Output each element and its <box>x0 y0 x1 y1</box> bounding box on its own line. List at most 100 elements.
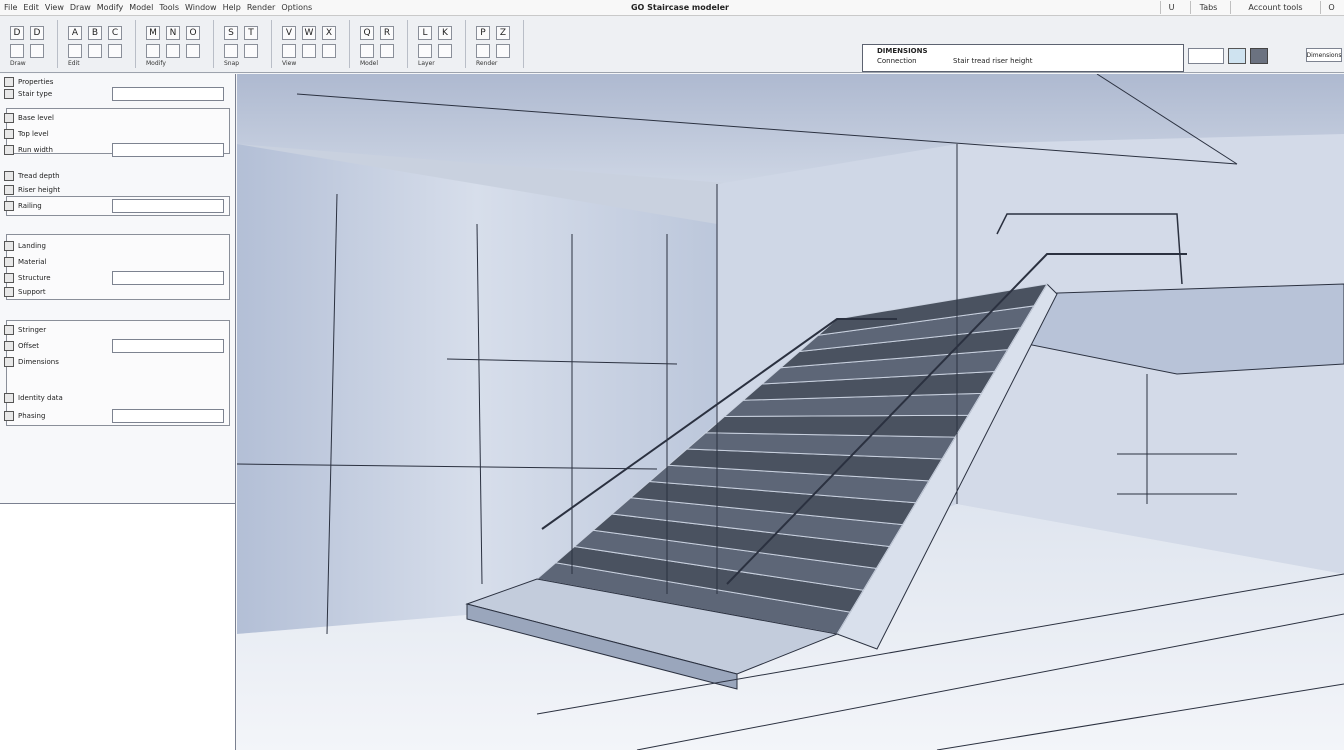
menu-item[interactable]: Model <box>129 2 153 14</box>
property-row[interactable]: Top level <box>4 128 224 140</box>
toolbar-button-small[interactable] <box>186 44 200 58</box>
toolbar-button-small[interactable] <box>438 44 452 58</box>
menu-item[interactable]: View <box>45 2 64 14</box>
close-icon[interactable]: O <box>1320 1 1342 14</box>
property-label: Top level <box>18 130 49 138</box>
toolbar-button[interactable]: O <box>186 26 200 40</box>
toolbar-button[interactable]: T <box>244 26 258 40</box>
property-label: Stair type <box>18 90 53 98</box>
property-row[interactable]: Structure <box>4 271 224 285</box>
menu-item[interactable]: Edit <box>23 2 39 14</box>
property-icon <box>4 257 14 267</box>
toolbar-button[interactable]: Q <box>360 26 374 40</box>
toolbar-button-small[interactable] <box>166 44 180 58</box>
property-row[interactable]: Dimensions <box>4 356 224 368</box>
toolbar-button[interactable]: X <box>322 26 336 40</box>
toolbar-group-label: Model <box>360 60 379 67</box>
tabs-button[interactable]: Tabs <box>1190 1 1226 14</box>
toolbar-button[interactable]: L <box>418 26 432 40</box>
property-icon <box>4 393 14 403</box>
toolbar-button[interactable]: V <box>282 26 296 40</box>
menu-item[interactable]: Modify <box>97 2 124 14</box>
property-label: Railing <box>18 202 42 210</box>
toolbar-button[interactable]: K <box>438 26 452 40</box>
property-value-field[interactable] <box>112 87 224 101</box>
property-row[interactable]: Stringer <box>4 324 224 336</box>
minimize-button[interactable]: U <box>1160 1 1182 14</box>
menu-item[interactable]: Help <box>223 2 241 14</box>
3d-viewport[interactable] <box>237 74 1344 750</box>
property-icon <box>4 411 14 421</box>
toolbar-button-small[interactable] <box>302 44 316 58</box>
property-row[interactable]: Material <box>4 256 224 268</box>
property-row[interactable]: Riser height <box>4 184 224 196</box>
menu-item[interactable]: Render <box>247 2 275 14</box>
toolbar-button[interactable]: D <box>30 26 44 40</box>
toolbar-button-small[interactable] <box>360 44 374 58</box>
toolbar-group: P Z Render <box>470 20 524 68</box>
property-row[interactable]: Identity data <box>4 392 224 404</box>
property-row[interactable]: Phasing <box>4 409 224 423</box>
property-row[interactable]: Landing <box>4 240 224 252</box>
toolbar-button[interactable]: W <box>302 26 316 40</box>
property-value-field[interactable] <box>112 271 224 285</box>
settings-icon[interactable] <box>1228 48 1246 64</box>
toolbar-button-small[interactable] <box>68 44 82 58</box>
property-row[interactable]: Run width <box>4 143 224 157</box>
toolbar-button-small[interactable] <box>224 44 238 58</box>
account-menu[interactable]: Account tools <box>1230 1 1320 14</box>
property-icon <box>4 287 14 297</box>
property-label: Riser height <box>18 186 61 194</box>
toolbar-group-label: Draw <box>10 60 26 67</box>
toolbar-button-small[interactable] <box>146 44 160 58</box>
property-row[interactable]: Base level <box>4 112 224 124</box>
property-label: Run width <box>18 146 53 154</box>
property-value-field[interactable] <box>112 143 224 157</box>
property-label: Tread depth <box>18 172 60 180</box>
property-row[interactable]: Offset <box>4 339 224 353</box>
property-row[interactable]: Tread depth <box>4 170 224 182</box>
toolbar-button-small[interactable] <box>30 44 44 58</box>
toolbar-button-small[interactable] <box>476 44 490 58</box>
menu-item[interactable]: File <box>4 2 17 14</box>
property-value-field[interactable] <box>112 409 224 423</box>
toolbar-button[interactable]: C <box>108 26 122 40</box>
property-row[interactable]: Railing <box>4 199 224 213</box>
info-detail: Stair tread riser height <box>953 57 1033 65</box>
toolbar-button[interactable]: M <box>146 26 160 40</box>
property-icon <box>4 201 14 211</box>
property-icon <box>4 325 14 335</box>
record-icon[interactable] <box>1250 48 1268 64</box>
toolbar-button-small[interactable] <box>380 44 394 58</box>
toolbar-button[interactable]: Z <box>496 26 510 40</box>
toolbar-button[interactable]: N <box>166 26 180 40</box>
property-row[interactable]: Stair type <box>4 87 224 101</box>
toolbar-button-small[interactable] <box>496 44 510 58</box>
toolbar-button[interactable]: S <box>224 26 238 40</box>
toolbar-button-small[interactable] <box>282 44 296 58</box>
menu-item[interactable]: Options <box>281 2 312 14</box>
toolbar-button-small[interactable] <box>322 44 336 58</box>
toolbar-button[interactable]: P <box>476 26 490 40</box>
toolbar-button-small[interactable] <box>88 44 102 58</box>
property-row[interactable]: Support <box>4 286 224 298</box>
toolbar-button[interactable]: R <box>380 26 394 40</box>
toolbar-button-small[interactable] <box>418 44 432 58</box>
menu-bar: File Edit View Draw Modify Model Tools Window He… <box>4 2 312 14</box>
toolbar-button-small[interactable] <box>244 44 258 58</box>
menu-item[interactable]: Tools <box>159 2 179 14</box>
menu-item[interactable]: Window <box>185 2 217 14</box>
toolbar-button[interactable]: A <box>68 26 82 40</box>
toolbar-group-label: Edit <box>68 60 80 67</box>
toolbar-button-small[interactable] <box>10 44 24 58</box>
dimension-input[interactable] <box>1188 48 1224 64</box>
toolbar-button[interactable]: D <box>10 26 24 40</box>
property-label: Identity data <box>18 394 63 402</box>
toolbar-button[interactable]: B <box>88 26 102 40</box>
title-bar: File Edit View Draw Modify Model Tools Window He… <box>0 0 1344 16</box>
property-value-field[interactable] <box>112 199 224 213</box>
toolbar-button-small[interactable] <box>108 44 122 58</box>
toolbar-group: M N O Modify <box>140 20 214 68</box>
property-value-field[interactable] <box>112 339 224 353</box>
menu-item[interactable]: Draw <box>70 2 91 14</box>
